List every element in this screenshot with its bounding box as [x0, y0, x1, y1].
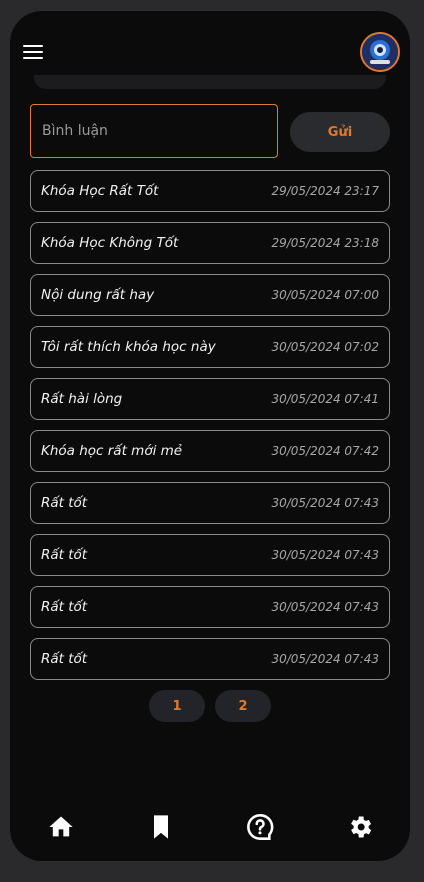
- comment-time: 30/05/2024 07:43: [271, 600, 379, 614]
- send-button[interactable]: Gửi: [290, 112, 390, 152]
- collapsed-panel-strip: [34, 75, 386, 89]
- comment-text: Khóa Học Không Tốt: [41, 235, 179, 251]
- comment-row: Rất tốt 30/05/2024 07:43: [30, 638, 390, 680]
- comment-row: Khóa Học Rất Tốt 29/05/2024 23:17: [30, 170, 390, 212]
- comment-time: 29/05/2024 23:18: [271, 236, 379, 250]
- comment-row: Nội dung rất hay 30/05/2024 07:00: [30, 274, 390, 316]
- comment-time: 30/05/2024 07:00: [271, 288, 379, 302]
- comment-row: Khóa Học Không Tốt 29/05/2024 23:18: [30, 222, 390, 264]
- settings-icon[interactable]: [346, 813, 374, 841]
- comment-input[interactable]: [30, 104, 278, 158]
- comment-row: Rất hài lòng 30/05/2024 07:41: [30, 378, 390, 420]
- bookmark-icon[interactable]: [147, 813, 175, 841]
- home-icon[interactable]: [47, 813, 75, 841]
- comment-row: Tôi rất thích khóa học này 30/05/2024 07…: [30, 326, 390, 368]
- bottom-nav: [10, 809, 410, 845]
- comment-time: 30/05/2024 07:43: [271, 652, 379, 666]
- page-button-2[interactable]: 2: [215, 690, 271, 722]
- pagination: 1 2: [149, 690, 271, 722]
- comment-text: Nội dung rất hay: [41, 287, 155, 303]
- comment-text: Rất tốt: [41, 547, 88, 563]
- comment-row: Rất tốt 30/05/2024 07:43: [30, 586, 390, 628]
- comment-text: Rất tốt: [41, 651, 88, 667]
- comment-row: Rất tốt 30/05/2024 07:43: [30, 482, 390, 524]
- comment-text: Rất tốt: [41, 495, 88, 511]
- comment-time: 30/05/2024 07:43: [271, 548, 379, 562]
- comment-time: 30/05/2024 07:02: [271, 340, 379, 354]
- comment-list: Khóa Học Rất Tốt 29/05/2024 23:17 Khóa H…: [30, 170, 390, 690]
- comment-row: Khóa học rất mới mẻ 30/05/2024 07:42: [30, 430, 390, 472]
- phone-screen: Gửi Khóa Học Rất Tốt 29/05/2024 23:17 Kh…: [10, 11, 410, 861]
- comment-row: Rất tốt 30/05/2024 07:43: [30, 534, 390, 576]
- comment-time: 29/05/2024 23:17: [271, 184, 379, 198]
- help-icon[interactable]: [246, 813, 274, 841]
- comment-text: Rất tốt: [41, 599, 88, 615]
- comment-time: 30/05/2024 07:42: [271, 444, 379, 458]
- hamburger-menu-icon[interactable]: [23, 45, 43, 61]
- comment-time: 30/05/2024 07:41: [271, 392, 379, 406]
- comment-text: Rất hài lòng: [41, 391, 123, 407]
- avatar-image: [362, 34, 398, 70]
- comment-text: Khóa Học Rất Tốt: [41, 183, 159, 199]
- comment-time: 30/05/2024 07:43: [271, 496, 379, 510]
- comment-text: Tôi rất thích khóa học này: [41, 339, 216, 355]
- page-button-1[interactable]: 1: [149, 690, 205, 722]
- comment-text: Khóa học rất mới mẻ: [41, 443, 183, 459]
- avatar[interactable]: [360, 32, 400, 72]
